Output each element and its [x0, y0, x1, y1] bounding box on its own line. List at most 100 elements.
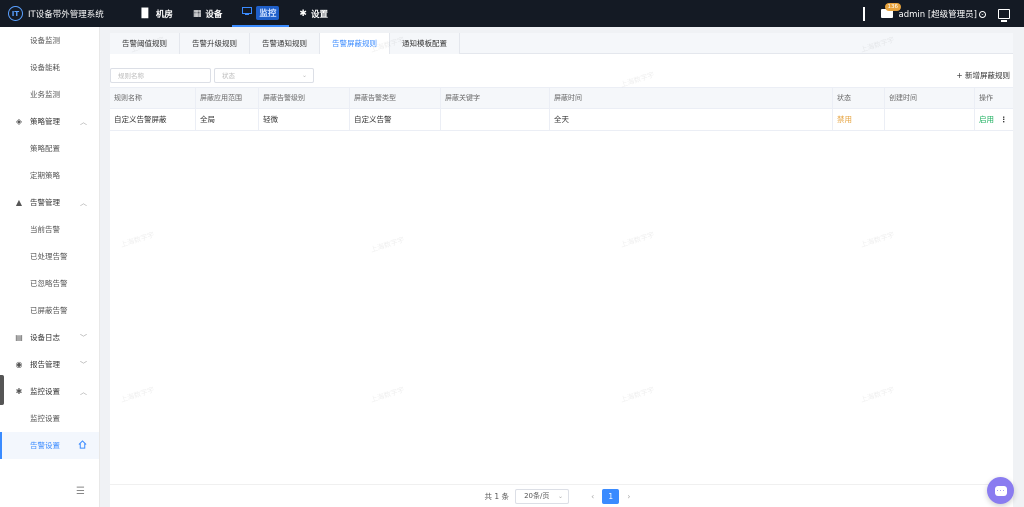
- shield-icon: ◈: [15, 117, 23, 126]
- nav-item-0[interactable]: ▐▌ 机房: [128, 0, 183, 27]
- more-icon[interactable]: ⋮: [1000, 115, 1008, 124]
- page-size-select[interactable]: 20条/页 ⌄: [515, 488, 570, 504]
- table-header: 规则名称 屏蔽应用范围 屏蔽告警级别 屏蔽告警类型 屏蔽关键字 屏蔽时间 状态 创建时间 操作: [110, 88, 1013, 109]
- column-header: 屏蔽关键字: [441, 88, 550, 108]
- sidebar-item-label: 定期策略: [30, 171, 60, 180]
- sidebar-item-label: 设备能耗: [30, 63, 60, 72]
- gear-icon: ✱: [299, 8, 307, 19]
- log-icon: ▤: [15, 333, 23, 342]
- sidebar-item-label: 已处理告警: [30, 252, 68, 261]
- top-bar: IT IT设备带外管理系统 ▐▌ 机房 ▦ 设备 监控 ✱ 设置 136 admin [超级…: [0, 0, 1024, 27]
- brand[interactable]: IT IT设备带外管理系统: [0, 6, 120, 21]
- table-cell-scope: 全局: [196, 109, 259, 130]
- table-cell-time: 全天: [550, 109, 833, 130]
- sidebar-item[interactable]: 当前告警: [0, 216, 99, 243]
- sidebar-group-label: 设备日志: [30, 333, 60, 342]
- sidebar-group[interactable]: ▲ 告警管理 ︿: [0, 189, 99, 216]
- chevron-down-icon: ⌄: [979, 10, 986, 18]
- status-select-placeholder: 状态: [222, 72, 235, 80]
- sidebar-group-label: 报告管理: [30, 360, 60, 369]
- sidebar-group[interactable]: ◉ 报告管理 ﹀: [0, 351, 99, 378]
- sidebar-item-label: 业务监测: [30, 90, 60, 99]
- column-header: 屏蔽时间: [550, 88, 833, 108]
- next-page-icon[interactable]: ›: [627, 492, 630, 501]
- sidebar: 设备监测 设备能耗 业务监测 ◈ 策略管理 ︿ 策略配置 定期策略 ▲ 告警管理 ︿ 当前告警 已处理告…: [0, 27, 100, 507]
- screen-icon[interactable]: [998, 8, 1010, 22]
- tab-2[interactable]: 告警通知规则: [250, 33, 320, 54]
- sidebar-group[interactable]: ◈ 策略管理 ︿: [0, 108, 99, 135]
- cell-text: 自定义告警: [354, 115, 392, 124]
- chevron-up-icon: ︿: [80, 198, 87, 207]
- column-header: 规则名称: [110, 88, 196, 108]
- sidebar-item-label: 已屏蔽告警: [30, 306, 68, 315]
- column-header: 屏蔽告警级别: [259, 88, 350, 108]
- column-header: 屏蔽应用范围: [196, 88, 259, 108]
- chevron-down-icon: ﹀: [80, 360, 87, 369]
- chevron-down-icon: ﹀: [80, 333, 87, 342]
- column-header: 状态: [833, 88, 885, 108]
- column-header: 创建时间: [885, 88, 975, 108]
- sidebar-item-label: 策略配置: [30, 144, 60, 153]
- app-title: IT设备带外管理系统: [28, 9, 104, 20]
- sidebar-item-label: 设备监测: [30, 36, 60, 45]
- sidebar-item-label: 监控设置: [30, 414, 60, 423]
- nav-item-2[interactable]: 监控: [232, 0, 290, 27]
- nav-label: 机房: [155, 9, 173, 20]
- sidebar-item[interactable]: 监控设置: [0, 405, 99, 432]
- home-icon[interactable]: [78, 439, 87, 452]
- drag-handle[interactable]: [0, 375, 4, 405]
- user-name: admin [超级管理员]: [898, 9, 977, 20]
- chat-button[interactable]: [987, 477, 1014, 504]
- sidebar-item[interactable]: 定期策略: [0, 162, 99, 189]
- tab-0[interactable]: 告警阈值规则: [110, 33, 180, 54]
- report-icon: ◉: [15, 360, 23, 369]
- sidebar-item-label: 已忽略告警: [30, 279, 68, 288]
- sidebar-group[interactable]: ▤ 设备日志 ﹀: [0, 324, 99, 351]
- tab-1[interactable]: 告警升级规则: [180, 33, 250, 54]
- sidebar-item[interactable]: 已屏蔽告警: [0, 297, 99, 324]
- main-content: 告警阈值规则 告警升级规则 告警通知规则 告警屏蔽规则 通知模板配置 规则名称 状态 ⌄…: [110, 33, 1013, 507]
- nav-item-1[interactable]: ▦ 设备: [183, 0, 233, 27]
- table-cell-name: 自定义告警屏蔽: [110, 109, 196, 130]
- chevron-down-icon: ⌄: [558, 492, 564, 500]
- page-number[interactable]: 1: [602, 488, 620, 504]
- tab-3[interactable]: 告警屏蔽规则: [320, 33, 390, 54]
- nav-label: 设备: [205, 9, 223, 20]
- nav-label: 设置: [310, 9, 328, 20]
- sidebar-group-label: 监控设置: [30, 387, 60, 396]
- sidebar-item[interactable]: 已处理告警: [0, 243, 99, 270]
- table-cell-status: 禁用: [833, 109, 885, 130]
- chart-bar-icon: ▐▌: [138, 8, 152, 19]
- tab-4[interactable]: 通知模板配置: [390, 33, 460, 54]
- table-cell-type: 自定义告警: [350, 109, 441, 130]
- enable-link[interactable]: 启用: [979, 114, 994, 125]
- add-mask-rule-button[interactable]: + 新增屏蔽规则: [956, 70, 1010, 81]
- sidebar-group[interactable]: ✱ 监控设置 ︿: [0, 378, 99, 405]
- menu-collapse-icon[interactable]: ☰: [76, 486, 85, 497]
- sidebar-group-label: 告警管理: [30, 198, 60, 207]
- table-row: 自定义告警屏蔽 全局 轻微 自定义告警 全天 禁用 启用 ⋮: [110, 109, 1013, 131]
- table-cell-level: 轻微: [259, 109, 350, 130]
- app-logo: IT: [8, 6, 23, 21]
- notification-badge: 136: [884, 3, 902, 11]
- chat-icon: [994, 485, 1007, 496]
- chevron-down-icon: ⌄: [301, 71, 307, 79]
- sidebar-item[interactable]: 告警设置: [0, 432, 99, 459]
- sidebar-item[interactable]: 已忽略告警: [0, 270, 99, 297]
- nav-item-3[interactable]: ✱ 设置: [289, 0, 338, 27]
- sidebar-item-label: 告警设置: [30, 441, 60, 450]
- prev-page-icon[interactable]: ‹: [591, 492, 594, 501]
- user-menu[interactable]: admin [超级管理员] ⌄: [899, 8, 986, 20]
- sidebar-item[interactable]: 策略配置: [0, 135, 99, 162]
- mail-icon[interactable]: 136: [880, 3, 902, 18]
- monitor-icon: [242, 7, 253, 18]
- sidebar-item[interactable]: 设备监测: [0, 27, 99, 54]
- sidebar-item[interactable]: 设备能耗: [0, 54, 99, 81]
- rule-name-input[interactable]: 规则名称: [110, 67, 211, 83]
- table-cell-created: [885, 109, 975, 130]
- tab-bar: 告警阈值规则 告警升级规则 告警通知规则 告警屏蔽规则 通知模板配置: [110, 33, 1013, 54]
- status-select[interactable]: 状态 ⌄: [214, 67, 314, 83]
- pagination-total: 共 1 条: [484, 491, 510, 501]
- column-header: 操作: [979, 94, 993, 102]
- sidebar-item[interactable]: 业务监测: [0, 81, 99, 108]
